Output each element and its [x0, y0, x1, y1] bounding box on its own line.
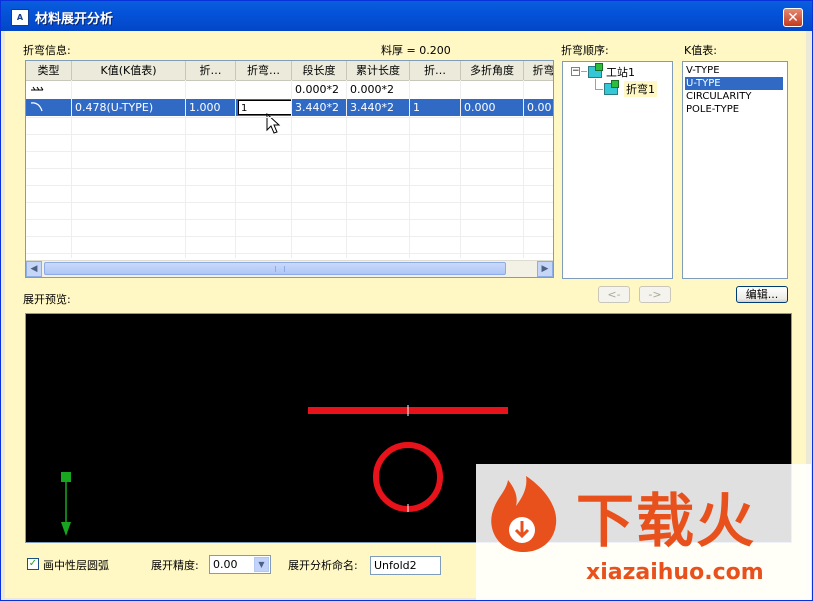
col-header-cumulative-length[interactable]: 累计长度 — [347, 61, 410, 80]
tree-node-bend[interactable]: 折弯1 — [624, 81, 657, 97]
tree-node-station[interactable]: 工站1 — [606, 64, 635, 80]
move-down-button[interactable]: -> — [639, 286, 671, 303]
table-cell — [524, 81, 553, 98]
grid-line — [235, 80, 236, 258]
grid-line — [26, 134, 553, 135]
table-cell — [461, 81, 524, 98]
table-cell: 3.440*2 — [347, 99, 410, 116]
grid-line — [26, 202, 553, 203]
watermark-url: xiazaihuo.com — [586, 560, 764, 585]
table-cell — [186, 81, 236, 98]
origin-marker-icon — [61, 472, 71, 482]
middle-arc-label: 画中性层圆弧 — [43, 559, 109, 572]
horizontal-scrollbar[interactable]: ◀ ▶ — [26, 260, 553, 277]
list-item[interactable]: CIRCULARITY — [685, 90, 783, 103]
table-header: 类型 K值(K值表) 折… 折弯… 段长度 累计长度 折… 多折角度 折弯 — [26, 61, 553, 81]
col-header-type[interactable]: 类型 — [26, 61, 72, 80]
table-cell: 1.000 — [186, 99, 236, 116]
table-cell: 0.478(U-TYPE) — [72, 99, 186, 116]
tree-connector — [595, 79, 596, 89]
type-icon — [26, 81, 72, 98]
bend-order-tree[interactable]: − 工站1 折弯1 — [562, 61, 673, 279]
table-cell: 0.000*2 — [292, 81, 347, 98]
station-icon — [588, 63, 603, 78]
thickness-label: 料厚 = 0.200 — [381, 44, 451, 57]
table-cell: 3.440*2 — [292, 99, 347, 116]
scroll-right-button[interactable]: ▶ — [537, 261, 553, 277]
k-value-list[interactable]: V-TYPE U-TYPE CIRCULARITY POLE-TYPE — [682, 61, 788, 279]
bend-info-label: 折弯信息: — [23, 44, 71, 57]
arc-type-icon — [26, 99, 72, 116]
table-cell — [236, 81, 292, 98]
app-icon: A — [11, 9, 29, 26]
grid-line — [185, 80, 186, 258]
table-cell: 0.00 — [524, 99, 553, 116]
table-cell — [410, 81, 461, 98]
analysis-name-input[interactable]: Unfold2 — [370, 556, 441, 575]
tree-connector — [595, 89, 603, 90]
flame-logo-icon — [491, 476, 557, 552]
bend-info-table[interactable]: 类型 K值(K值表) 折… 折弯… 段长度 累计长度 折… 多折角度 折弯 0.… — [25, 60, 554, 278]
scroll-thumb[interactable] — [44, 262, 506, 275]
grid-line — [460, 80, 461, 258]
grid-line — [26, 117, 553, 118]
grid-line — [71, 80, 72, 258]
scroll-grip — [275, 266, 285, 272]
precision-label: 展开精度: — [151, 559, 199, 572]
table-cell: 0.000 — [461, 99, 524, 116]
grid-line — [26, 151, 553, 152]
middle-arc-checkbox[interactable]: ✓ — [27, 558, 39, 570]
grid-line — [26, 185, 553, 186]
title-bar[interactable]: A 材料展开分析 ✕ — [1, 1, 812, 31]
grid-line — [409, 80, 410, 258]
bend-order-label: 折弯顺序: — [561, 44, 609, 57]
table-cell: 0.000*2 — [347, 81, 410, 98]
axis-arrow-icon — [61, 522, 71, 536]
col-header-segment-length[interactable]: 段长度 — [292, 61, 347, 80]
preview-label: 展开预览: — [23, 293, 71, 306]
grid-line — [346, 80, 347, 258]
table-row[interactable]: 0.000*2 0.000*2 — [26, 81, 553, 98]
tree-collapse-icon[interactable]: − — [571, 67, 580, 76]
watermark-text: 下载火 — [576, 487, 757, 555]
window-title: 材料展开分析 — [35, 12, 114, 27]
analysis-name-label: 展开分析命名: — [288, 559, 358, 572]
table-cell: 1 — [410, 99, 461, 116]
grid-line — [26, 236, 553, 237]
tree-connector — [581, 71, 587, 72]
list-item[interactable]: POLE-TYPE — [685, 103, 783, 116]
col-header-bend-c[interactable]: 折… — [410, 61, 461, 80]
precision-select[interactable]: 0.00 ▼ — [209, 555, 271, 574]
watermark-overlay: 下载火 xiazaihuo.com — [476, 464, 811, 600]
move-up-button[interactable]: <- — [598, 286, 630, 303]
grid-line — [523, 80, 524, 258]
list-item[interactable]: V-TYPE — [685, 64, 783, 77]
chevron-down-icon[interactable]: ▼ — [254, 557, 269, 572]
edit-button[interactable]: 编辑... — [736, 286, 788, 303]
grid-line — [291, 80, 292, 258]
bent-ring-shape — [373, 442, 443, 512]
col-header-bend-b[interactable]: 折弯… — [236, 61, 292, 80]
grid-line — [26, 219, 553, 220]
precision-value: 0.00 — [213, 558, 238, 571]
col-header-bend-a[interactable]: 折… — [186, 61, 236, 80]
table-cell — [72, 81, 186, 98]
col-header-multi-angle[interactable]: 多折角度 — [461, 61, 524, 80]
list-item-selected[interactable]: U-TYPE — [685, 77, 783, 90]
close-button[interactable]: ✕ — [783, 8, 803, 27]
scroll-left-button[interactable]: ◀ — [26, 261, 42, 277]
grid-line — [26, 168, 553, 169]
col-header-bend-d[interactable]: 折弯 — [524, 61, 554, 80]
grid-line — [26, 253, 553, 254]
k-table-label: K值表: — [684, 44, 717, 57]
cell-edit-input[interactable]: 1 — [238, 100, 292, 115]
bend-node-icon — [604, 80, 619, 95]
col-header-kvalue[interactable]: K值(K值表) — [72, 61, 186, 80]
